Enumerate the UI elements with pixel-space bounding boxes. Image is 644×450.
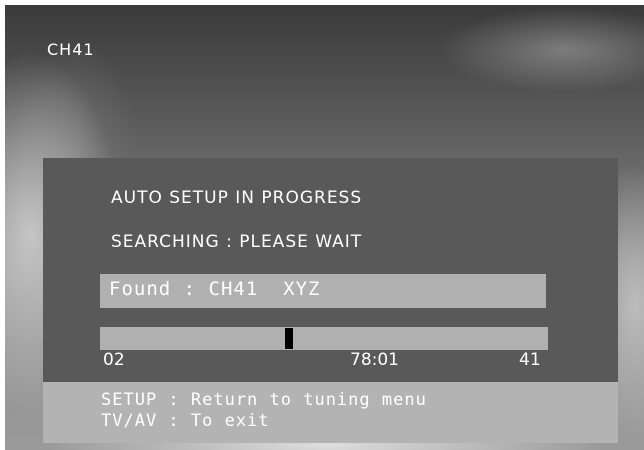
help-setup-line: SETUP : Return to tuning menu bbox=[101, 390, 427, 410]
auto-setup-panel: AUTO SETUP IN PROGRESS SEARCHING : PLEAS… bbox=[43, 158, 618, 443]
found-channel-bar: Found : CH41 XYZ bbox=[100, 274, 546, 308]
help-bar: SETUP : Return to tuning menu TV/AV : To… bbox=[43, 382, 618, 443]
channel-indicator: CH41 bbox=[47, 40, 95, 59]
progress-start-label: 02 bbox=[103, 350, 125, 370]
auto-setup-heading: AUTO SETUP IN PROGRESS bbox=[111, 188, 363, 208]
tv-screen: CH41 AUTO SETUP IN PROGRESS SEARCHING : … bbox=[5, 5, 644, 450]
help-tvav-line: TV/AV : To exit bbox=[101, 411, 270, 431]
progress-marker bbox=[285, 328, 293, 349]
progress-middle-label: 78:01 bbox=[350, 350, 399, 370]
progress-end-label: 41 bbox=[519, 350, 541, 370]
found-channel-text: Found : CH41 XYZ bbox=[109, 278, 321, 300]
tuning-progress-bar bbox=[100, 327, 548, 350]
search-status: SEARCHING : PLEASE WAIT bbox=[111, 232, 363, 252]
